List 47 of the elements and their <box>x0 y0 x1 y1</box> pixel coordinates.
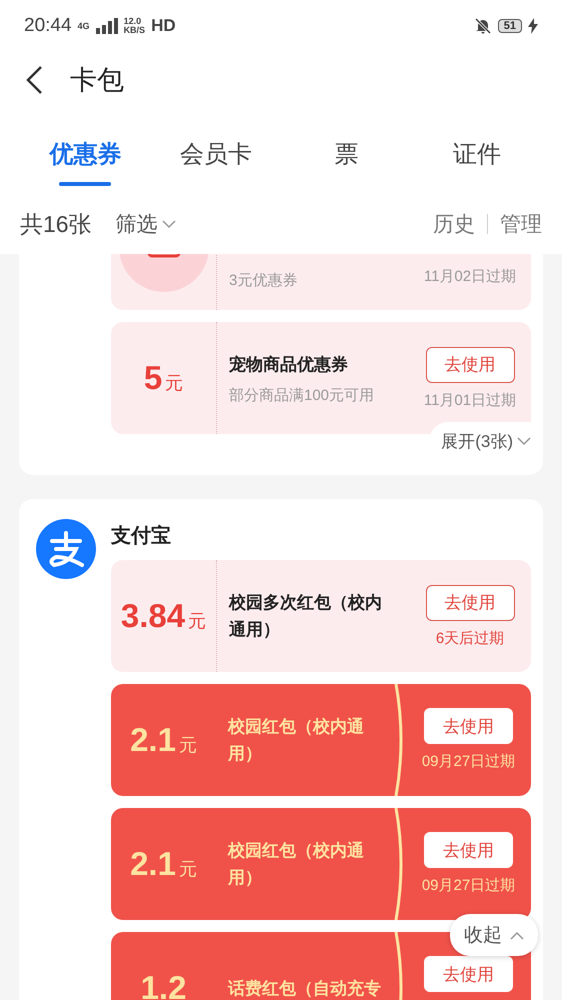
coupon-description: 部分商品满100元可用 <box>229 386 376 405</box>
coupon-amount: 1.2 <box>140 969 186 1000</box>
coupon-card[interactable]: 3元优惠券 11月02日过期 <box>111 254 531 310</box>
currency-unit: 元 <box>188 610 206 633</box>
coupon-amount: 3.84 <box>120 597 186 635</box>
expiry-date: 09月27日过期 <box>422 752 516 771</box>
tab[interactable]: 会员卡 <box>150 114 281 194</box>
expiry-date: 11月01日过期 <box>424 390 516 410</box>
coupon-title: 校园红包（校内通用） <box>228 840 365 889</box>
expiry-date: 11月02日过期 <box>424 267 516 286</box>
history-link[interactable]: 历史 <box>433 210 475 238</box>
filter-button[interactable]: 筛选 <box>116 210 176 238</box>
tab[interactable]: 票 <box>281 114 412 194</box>
currency-unit: 元 <box>165 372 184 395</box>
hd-indicator: HD <box>151 16 176 36</box>
tab[interactable]: 优惠券 <box>20 114 150 194</box>
coupon-count: 共16张 <box>20 210 92 238</box>
tab[interactable]: 证件 <box>412 114 542 194</box>
currency-unit: 元 <box>178 734 197 757</box>
coupon-card[interactable]: 3.84 元 校园多次红包（校内通用） 去使用 6天后过期 <box>111 560 531 672</box>
use-button[interactable]: 去使用 <box>424 956 513 992</box>
merchant-name: 支付宝 <box>111 524 172 549</box>
expiry-date: 6天后过期 <box>436 628 504 648</box>
coupon-amount: 2.1 <box>130 845 176 883</box>
use-button[interactable]: 去使用 <box>426 584 514 620</box>
coupon-title: 宠物商品优惠券 <box>229 354 349 376</box>
battery-level: 51 <box>498 19 522 33</box>
coupon-title: 校园红包（校内通用） <box>228 716 365 765</box>
use-button[interactable]: 去使用 <box>426 346 514 382</box>
coupon-amount: 5 <box>144 359 162 397</box>
use-button[interactable]: 去使用 <box>424 708 513 744</box>
manage-link[interactable]: 管理 <box>500 210 542 238</box>
coupon-card[interactable]: 2.1 元 校园红包（校内通用） 去使用 09月27日过期 <box>111 684 531 796</box>
expiry-date: 09月27日过期 <box>422 876 516 895</box>
coupon-card[interactable]: 5 元 宠物商品优惠券 部分商品满100元可用 去使用 11月01日过期 <box>111 322 531 434</box>
network-speed: 12.0 KB/S <box>124 17 146 35</box>
use-button[interactable]: 去使用 <box>424 832 513 868</box>
coupon-title: 校园多次红包（校内通用） <box>229 592 383 641</box>
currency-unit: 元 <box>178 858 197 881</box>
coupon-amount: 2.1 <box>130 721 176 759</box>
collapse-button[interactable]: 收起 <box>450 914 538 956</box>
network-type: 4G <box>78 22 90 30</box>
coupon-description: 3元优惠券 <box>229 271 298 290</box>
status-time: 20:44 <box>24 15 72 37</box>
coupon-title: 话费红包（自动充专 <box>228 978 382 1000</box>
page-title: 卡包 <box>70 64 124 97</box>
coupon-card[interactable]: 2.1 元 校园红包（校内通用） 去使用 09月27日过期 <box>111 808 531 920</box>
